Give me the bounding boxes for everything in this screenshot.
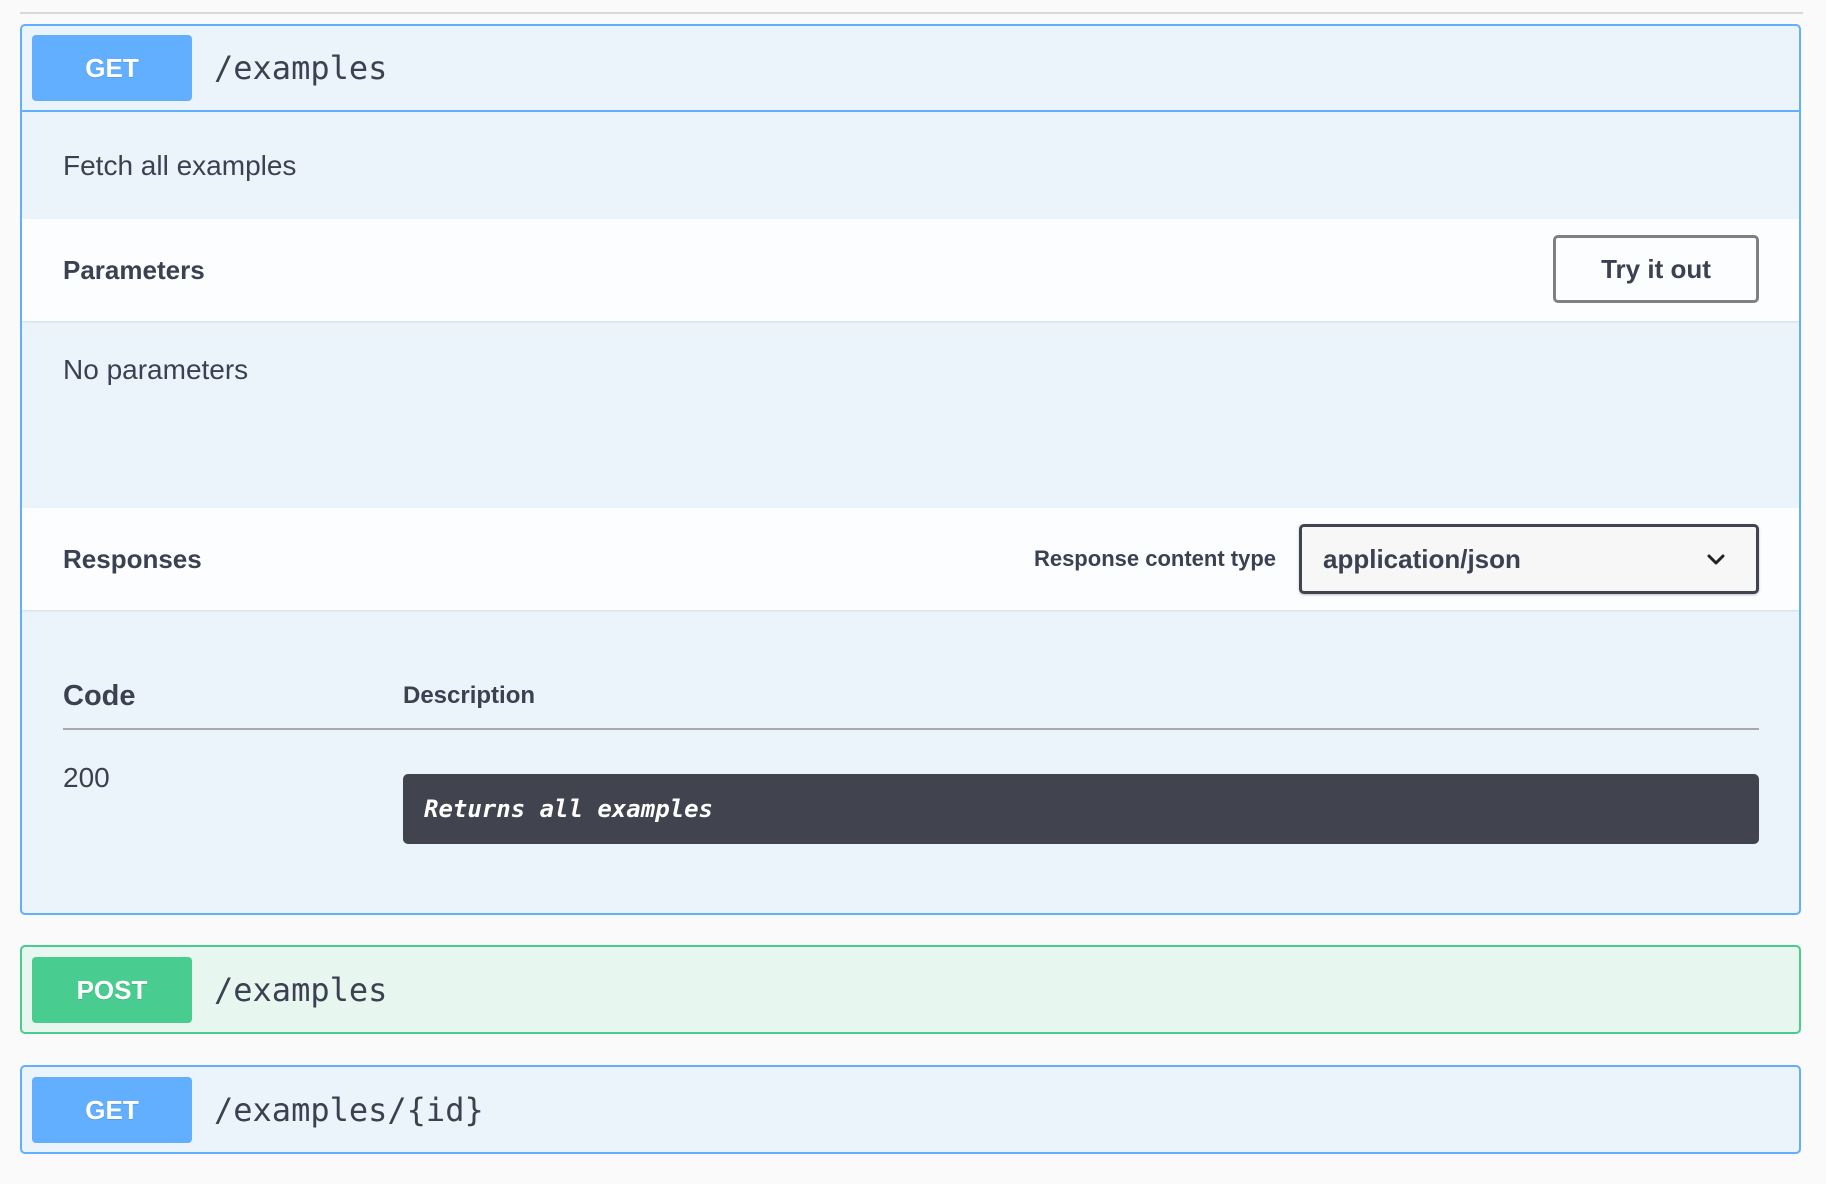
opblock-summary[interactable]: GET /examples/{id}: [22, 1067, 1799, 1152]
opblock-get-example-by-id: GET /examples/{id}: [20, 1065, 1801, 1154]
method-badge-get: GET: [32, 1077, 192, 1143]
responses-header: Responses Response content type applicat…: [22, 508, 1799, 610]
no-parameters-text: No parameters: [63, 354, 249, 385]
response-content-type-label: Response content type: [1033, 546, 1276, 571]
responses-table-header: Code Description: [63, 672, 1759, 730]
divider: [20, 12, 1803, 14]
opblock-summary[interactable]: GET /examples: [22, 26, 1799, 112]
column-header-code: Code: [63, 680, 136, 712]
swagger-operations-page: GET /examples Fetch all examples Paramet…: [0, 0, 1826, 1184]
operation-summary-text: Fetch all examples: [63, 149, 297, 181]
operation-path: /examples: [214, 49, 388, 87]
method-badge-get: GET: [32, 35, 192, 101]
responses-table: Code Description 200 Returns all example…: [22, 610, 1799, 908]
response-description: Returns all examples: [403, 774, 1759, 844]
opblock-post-examples: POST /examples: [20, 945, 1801, 1034]
opblock-get-examples: GET /examples Fetch all examples Paramet…: [20, 24, 1801, 915]
response-code: 200: [63, 762, 110, 793]
parameters-title: Parameters: [63, 254, 205, 285]
operation-path: /examples/{id}: [214, 1091, 484, 1129]
try-it-out-button[interactable]: Try it out: [1553, 235, 1759, 303]
responses-title: Responses: [63, 543, 202, 574]
chevron-down-icon: [1707, 554, 1725, 565]
parameters-header: Parameters Try it out: [22, 219, 1799, 321]
column-header-description: Description: [403, 682, 536, 709]
response-content-type-select[interactable]: application/json: [1299, 524, 1759, 594]
opblock-summary[interactable]: POST /examples: [22, 947, 1799, 1032]
operation-path: /examples: [214, 971, 388, 1009]
select-value: application/json: [1323, 543, 1521, 574]
method-badge-post: POST: [32, 957, 192, 1023]
